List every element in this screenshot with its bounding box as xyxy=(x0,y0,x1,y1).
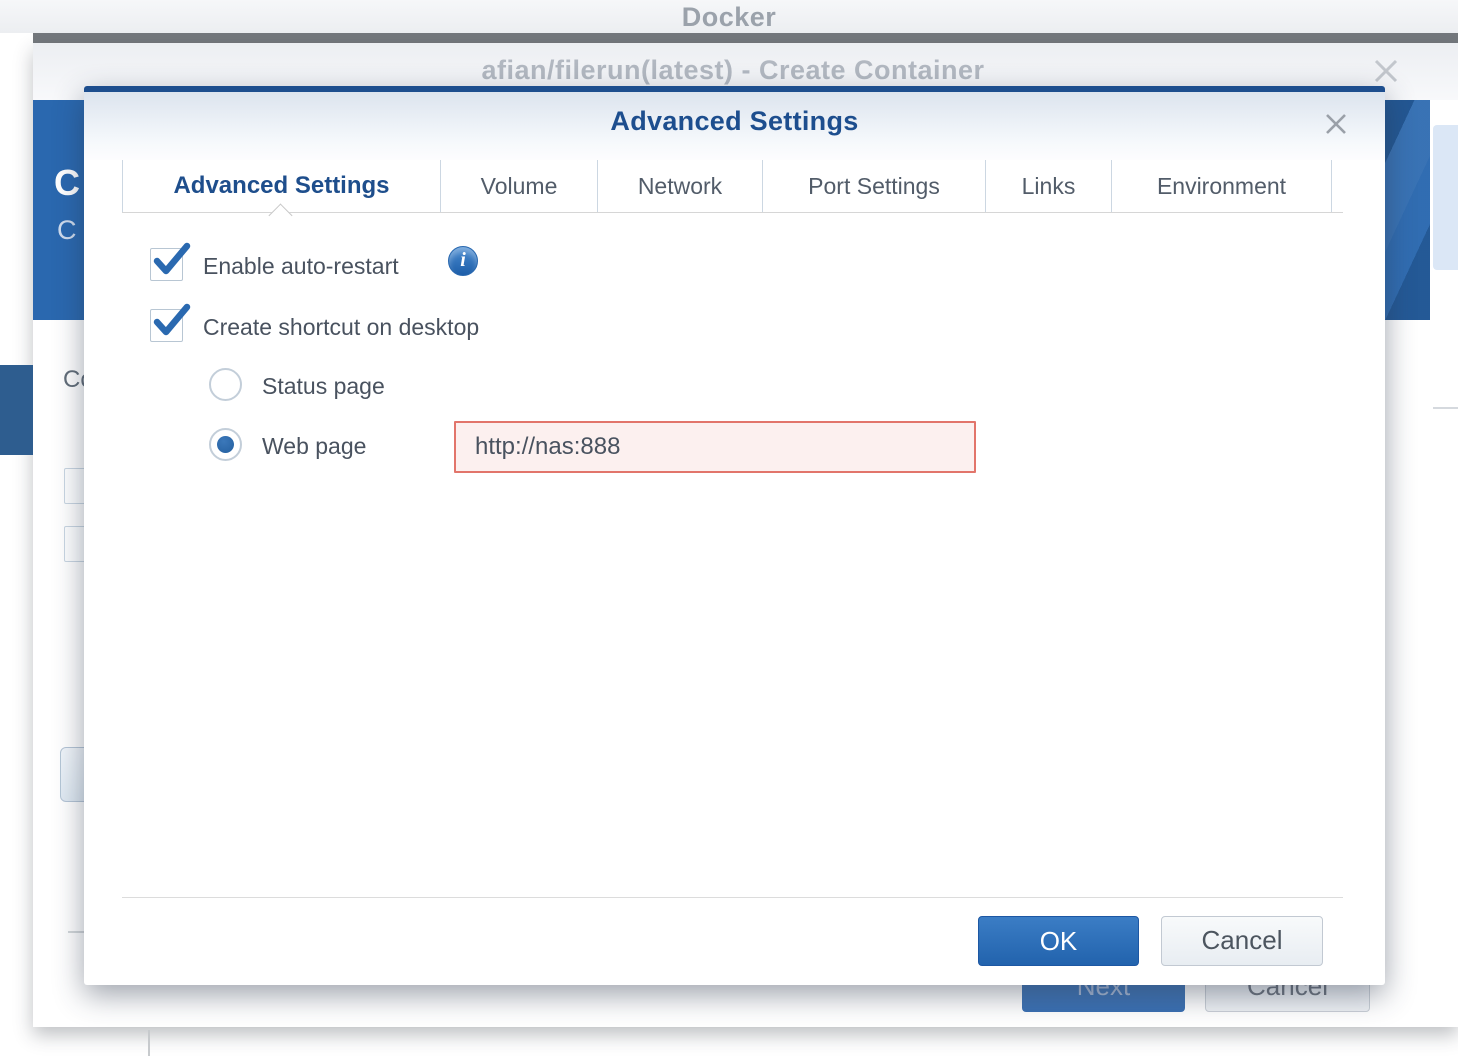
screen: Docker afian/filerun(latest) - Create Co… xyxy=(0,0,1458,1056)
status-page-radio[interactable] xyxy=(209,368,242,401)
tab-links[interactable]: Links xyxy=(985,160,1111,212)
info-icon[interactable]: i xyxy=(448,246,478,276)
create-container-title: afian/filerun(latest) - Create Container xyxy=(33,55,1433,86)
checkmark-icon xyxy=(149,239,193,283)
tab-underline xyxy=(122,212,1343,213)
wizard-banner-heading: C xyxy=(54,162,80,204)
footer-divider xyxy=(122,897,1343,898)
auto-restart-label: Enable auto-restart xyxy=(203,253,399,280)
advanced-settings-dialog: Advanced Settings Advanced Settings Volu… xyxy=(84,86,1385,985)
close-icon[interactable] xyxy=(1368,53,1404,89)
web-page-label: Web page xyxy=(262,433,366,460)
window-top-border xyxy=(33,33,1458,43)
web-page-radio[interactable] xyxy=(209,428,242,461)
dialog-title: Advanced Settings xyxy=(84,106,1385,137)
auto-restart-checkbox[interactable] xyxy=(150,248,183,281)
close-icon[interactable] xyxy=(1320,108,1352,140)
tab-volume[interactable]: Volume xyxy=(440,160,597,212)
wizard-banner-subheading: C xyxy=(57,215,77,246)
desktop-shortcut-label: Create shortcut on desktop xyxy=(203,314,479,341)
tab-port-settings[interactable]: Port Settings xyxy=(762,160,985,212)
desktop-shortcut-checkbox[interactable] xyxy=(150,309,183,342)
tab-environment[interactable]: Environment xyxy=(1111,160,1332,212)
background-bottom-divider xyxy=(148,1030,150,1056)
tab-network[interactable]: Network xyxy=(597,160,762,212)
web-page-url-input[interactable] xyxy=(454,421,976,473)
background-right-panel xyxy=(1433,125,1458,270)
checkmark-icon xyxy=(149,300,193,344)
background-right-divider xyxy=(1433,407,1458,409)
dialog-tab-bar: Advanced Settings Volume Network Port Se… xyxy=(122,160,1332,212)
radio-dot xyxy=(217,436,234,453)
cancel-button[interactable]: Cancel xyxy=(1161,916,1323,966)
background-divider xyxy=(68,931,84,933)
ok-button[interactable]: OK xyxy=(978,916,1139,966)
status-page-label: Status page xyxy=(262,373,385,400)
docker-app-title: Docker xyxy=(0,2,1458,33)
background-blue-panel xyxy=(0,365,33,455)
